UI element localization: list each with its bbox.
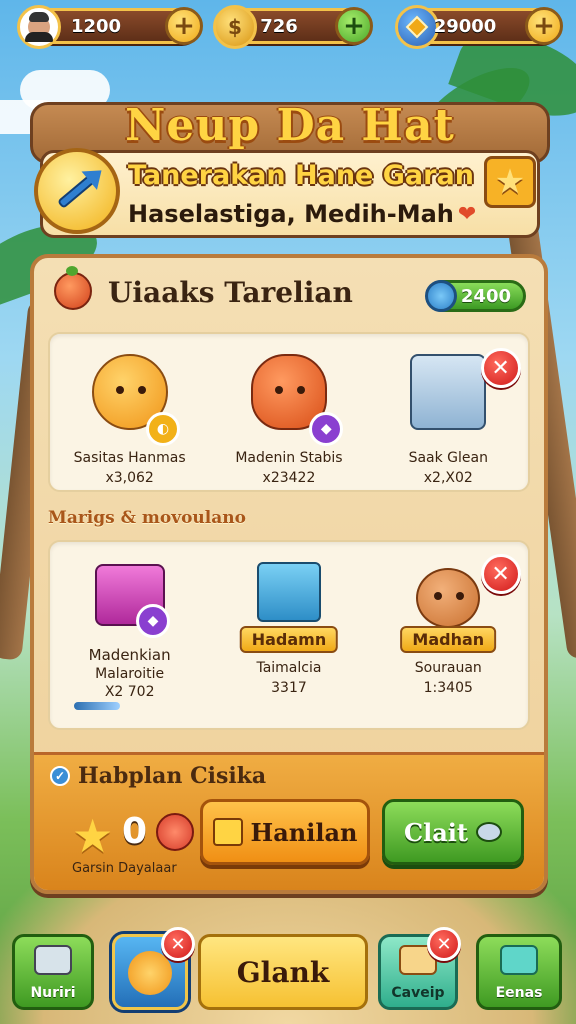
- item-grid-top: ◐ Sasitas Hanmas x3,062 ◆ Madenin Stabis…: [48, 332, 530, 492]
- resource-value: 726: [260, 15, 298, 37]
- balance-pill[interactable]: 2400: [425, 280, 526, 312]
- nav-item-eenas[interactable]: Eenas: [476, 934, 562, 1010]
- teddy-bear-icon: [416, 568, 481, 628]
- inventory-panel: Uiaaks Tarelian 2400 ◐ Sasitas Hanmas x3…: [30, 254, 548, 894]
- gem-icon: [425, 280, 457, 312]
- apple-icon: [54, 266, 92, 310]
- tool-icon: [34, 945, 72, 975]
- coin-chip-icon: ◐: [146, 412, 180, 446]
- check-icon: ✓: [50, 766, 70, 786]
- star-count: 0: [122, 811, 148, 852]
- item-tag: Madhan: [400, 626, 497, 653]
- resource-value: 1200: [70, 15, 122, 37]
- footer-caption: Garsin Dayalaar: [72, 861, 177, 876]
- item-name: Madenin Stabis: [235, 450, 343, 466]
- item-quantity: 1:3405: [423, 680, 473, 696]
- resource-bar: 1200 + $ 726 + 29000 +: [10, 4, 566, 49]
- resource-value: 29000: [433, 15, 497, 37]
- resource-gems: 29000 +: [395, 5, 563, 49]
- drumstick-icon: [128, 951, 172, 995]
- add-gems-button[interactable]: +: [525, 7, 563, 45]
- panel-title: Uiaaks Tarelian: [108, 276, 353, 309]
- bag-icon: [212, 818, 243, 846]
- footer-title: ✓ Habplan Cisika: [50, 763, 266, 789]
- item-card[interactable]: Hadamn Taimalcia 3317: [209, 542, 368, 728]
- item-card[interactable]: ✕ Madhan Sourauan 1:3405: [369, 542, 528, 728]
- item-card[interactable]: ✕ Saak Glean x2,X02: [369, 334, 528, 490]
- nav-item-glank[interactable]: Glank: [198, 934, 368, 1010]
- add-coins-button[interactable]: +: [335, 7, 373, 45]
- item-grid-bottom: ◆ Madenkian Malaroitie X2 702 Hadamn Tai…: [48, 540, 530, 730]
- star-badge-icon[interactable]: ★: [484, 156, 536, 208]
- nav-item-selected[interactable]: ✕: [112, 927, 195, 1010]
- item-subtitle: Taimalcia: [256, 660, 322, 676]
- item-name: Sasitas Hanmas: [73, 450, 186, 466]
- item-card[interactable]: ◐ Sasitas Hanmas x3,062: [50, 334, 209, 490]
- item-name: Madenkian: [88, 646, 171, 664]
- star-icon: ★: [72, 809, 114, 863]
- gem-chip-icon: ◆: [309, 412, 344, 446]
- arrow-medal-icon: [34, 148, 120, 234]
- item-quantity: x23422: [262, 470, 316, 486]
- gift-stack-icon: [256, 562, 321, 622]
- item-quantity: X2 702: [104, 684, 155, 700]
- add-resource-button[interactable]: +: [165, 7, 203, 45]
- scroll-indicator[interactable]: [74, 702, 120, 710]
- heart-icon: ❤: [457, 201, 477, 227]
- item-subtitle: Sourauan: [414, 660, 482, 676]
- nav-item-nuriri[interactable]: Nuriri: [12, 934, 94, 1010]
- panel-header: Uiaaks Tarelian 2400: [50, 266, 528, 320]
- item-quantity: x3,062: [105, 470, 154, 486]
- remove-item-button[interactable]: ✕: [480, 348, 521, 388]
- bottom-nav: Nuriri ✕ Glank ✕ Caveip Eenas: [0, 927, 576, 1018]
- item-card[interactable]: ◆ Madenin Stabis x23422: [209, 334, 368, 490]
- nav-remove-button[interactable]: ✕: [161, 927, 195, 961]
- remove-item-button[interactable]: ✕: [480, 554, 521, 594]
- title-board: Neup Da Hat Tanerakan Hane Garan Haselas…: [30, 96, 550, 238]
- claim-button[interactable]: Clait: [382, 799, 524, 865]
- ticket-icon: [500, 945, 538, 975]
- flower-icon: [156, 813, 194, 851]
- seal-icon: [475, 822, 502, 842]
- resource-player: 1200 +: [17, 5, 203, 49]
- board-tagline: Haselastiga, Medih-Mah ❤: [128, 200, 477, 228]
- item-subtitle: Malaroitie: [95, 666, 165, 682]
- item-card[interactable]: ◆ Madenkian Malaroitie X2 702: [50, 542, 209, 728]
- nav-remove-button[interactable]: ✕: [427, 927, 461, 961]
- item-quantity: 3317: [271, 680, 307, 696]
- gem-chip-icon: ◆: [136, 604, 170, 638]
- rewards-footer: ✓ Habplan Cisika ★ 0 Garsin Dayalaar Hani…: [34, 752, 544, 890]
- item-quantity: x2,X02: [423, 470, 473, 486]
- primary-action-button[interactable]: Hanilan: [200, 799, 370, 865]
- nav-item-caveip[interactable]: ✕ Caveip: [378, 927, 461, 1010]
- game-title: Neup Da Hat: [125, 100, 455, 151]
- resource-coins: $ 726 +: [213, 5, 373, 49]
- item-name: Saak Glean: [408, 450, 488, 466]
- section-label: Marigs & movoulano: [48, 508, 246, 528]
- board-subtitle: Tanerakan Hane Garan: [128, 160, 474, 191]
- safe-box-icon: [410, 354, 487, 430]
- item-tag: Hadamn: [239, 626, 339, 653]
